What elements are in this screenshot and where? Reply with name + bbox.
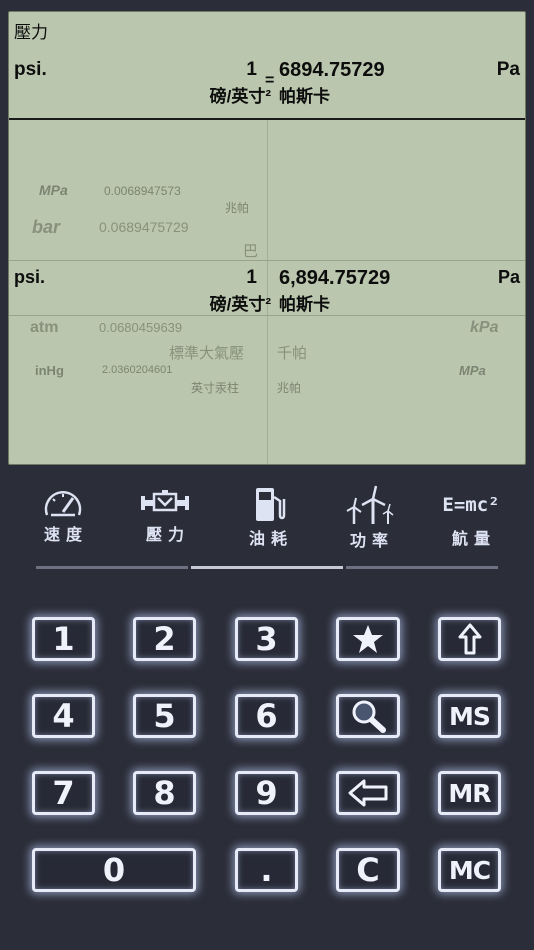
- key-7[interactable]: 7: [32, 771, 95, 815]
- wheel-unit: bar: [32, 217, 61, 237]
- key-3-label: 3: [255, 620, 278, 658]
- decimal-point-label: .: [260, 851, 273, 889]
- wheel-unit-name: 巴: [243, 243, 259, 260]
- memory-recall-label: MR: [448, 778, 491, 808]
- selected-from-unit-name: 磅/英寸²: [209, 295, 271, 314]
- main-from-unit-name: 磅/英寸²: [209, 87, 271, 106]
- key-7-label: 7: [52, 774, 75, 812]
- key-4[interactable]: 4: [32, 694, 95, 738]
- wheel-right-unit: kPa: [470, 319, 499, 336]
- tab-speed-label: 速度: [43, 527, 88, 544]
- main-to-unit[interactable]: Pa: [497, 59, 520, 81]
- key-4-label: 4: [52, 697, 75, 735]
- selection-bottom-line: [9, 315, 525, 316]
- memory-store-button[interactable]: MS: [438, 694, 501, 738]
- selected-conversion-row: psi. 1 磅/英寸² 6,894.75729 帕斯卡 Pa: [9, 261, 525, 316]
- tab-fuel-label: 油耗: [248, 531, 293, 548]
- tab-pressure-label: 壓力: [145, 527, 190, 544]
- wheel-unit: MPa: [39, 182, 68, 198]
- tab-power-label: 功率: [349, 533, 394, 550]
- magnifier-icon: [352, 700, 386, 733]
- fuel-pump-icon: [256, 488, 286, 521]
- backspace-button[interactable]: [336, 771, 400, 815]
- wheel-unit: atm: [30, 319, 59, 336]
- wheel-right-unit: MPa: [459, 363, 486, 378]
- key-3[interactable]: 3: [235, 617, 298, 661]
- selected-result-unit-name: 帕斯卡: [279, 295, 330, 314]
- memory-store-label: MS: [449, 701, 491, 731]
- tab-energy-label: 魧量: [451, 531, 496, 548]
- backspace-arrow-icon: [348, 779, 388, 807]
- key-5[interactable]: 5: [133, 694, 196, 738]
- clear-button[interactable]: C: [336, 848, 400, 892]
- star-icon: [353, 625, 383, 653]
- wheel-unit: inHg: [35, 363, 64, 378]
- key-2[interactable]: 2: [133, 617, 196, 661]
- main-conversion-row: psi. 1 磅/英寸² = 6894.75729 帕斯卡 Pa: [9, 12, 525, 118]
- tab-pressure[interactable]: 壓力: [120, 485, 210, 553]
- key-6-label: 6: [255, 697, 278, 735]
- wheel-unit-name: 標準大氣壓: [169, 345, 245, 362]
- wheel-value: 0.0689475729: [99, 219, 189, 235]
- tab-indicator: [36, 566, 188, 569]
- speedometer-icon: [44, 491, 82, 517]
- wheel-right-unit-name: 千帕: [277, 345, 308, 362]
- selected-from-quantity: 1: [246, 267, 257, 288]
- tab-indicator-active: [191, 566, 343, 569]
- key-6[interactable]: 6: [235, 694, 298, 738]
- category-bar: 速度 壓力 油耗 功率 E=mc² 魧量: [30, 485, 506, 555]
- wheel-right-unit-name: 兆帕: [277, 381, 302, 395]
- tab-fuel[interactable]: 油耗: [223, 485, 313, 553]
- key-8[interactable]: 8: [133, 771, 196, 815]
- key-1-label: 1: [52, 620, 75, 658]
- key-8-label: 8: [153, 774, 176, 812]
- tab-indicator: [346, 566, 498, 569]
- memory-clear-button[interactable]: MC: [438, 848, 501, 892]
- main-result-unit-name: 帕斯卡: [279, 87, 330, 106]
- tab-speed[interactable]: 速度: [18, 485, 108, 553]
- key-9-label: 9: [255, 774, 278, 812]
- memory-recall-button[interactable]: MR: [438, 771, 501, 815]
- pressure-gauge-icon: [141, 490, 189, 512]
- wind-turbine-icon: [346, 485, 394, 524]
- search-button[interactable]: [336, 694, 400, 738]
- wheel-value: 2.0360204601: [102, 364, 173, 376]
- tab-power[interactable]: 功率: [324, 485, 414, 553]
- key-2-label: 2: [153, 620, 176, 658]
- key-9[interactable]: 9: [235, 771, 298, 815]
- up-arrow-icon: [458, 623, 481, 655]
- swap-up-button[interactable]: [438, 617, 501, 661]
- wheel-unit-name: 兆帕: [225, 201, 250, 215]
- tab-energy[interactable]: E=mc² 魧量: [426, 485, 516, 553]
- wheel-value: 0.0680459639: [99, 320, 183, 335]
- converter-display: 壓力 psi. 1 磅/英寸² = 6894.75729 帕斯卡 Pa MPa …: [8, 11, 526, 465]
- memory-clear-label: MC: [448, 855, 491, 885]
- main-result-value: 6894.75729: [279, 59, 385, 81]
- equals-sign: =: [265, 72, 275, 89]
- key-1[interactable]: 1: [32, 617, 95, 661]
- wheel-unit-name: 英寸汞柱: [191, 381, 240, 395]
- clear-label: C: [356, 851, 380, 889]
- selected-from-unit[interactable]: psi.: [14, 267, 45, 288]
- main-from-quantity[interactable]: 1: [246, 59, 257, 81]
- wheel-value: 0.0068947573: [104, 184, 181, 198]
- key-0-label: 0: [102, 851, 126, 889]
- main-from-unit[interactable]: psi.: [14, 59, 47, 81]
- emc2-icon: E=mc²: [442, 494, 500, 516]
- selected-to-unit[interactable]: Pa: [498, 267, 520, 288]
- key-5-label: 5: [153, 697, 176, 735]
- favorite-button[interactable]: [336, 617, 400, 661]
- selected-result-value: 6,894.75729: [279, 267, 391, 289]
- decimal-point-button[interactable]: .: [235, 848, 298, 892]
- key-0[interactable]: 0: [32, 848, 196, 892]
